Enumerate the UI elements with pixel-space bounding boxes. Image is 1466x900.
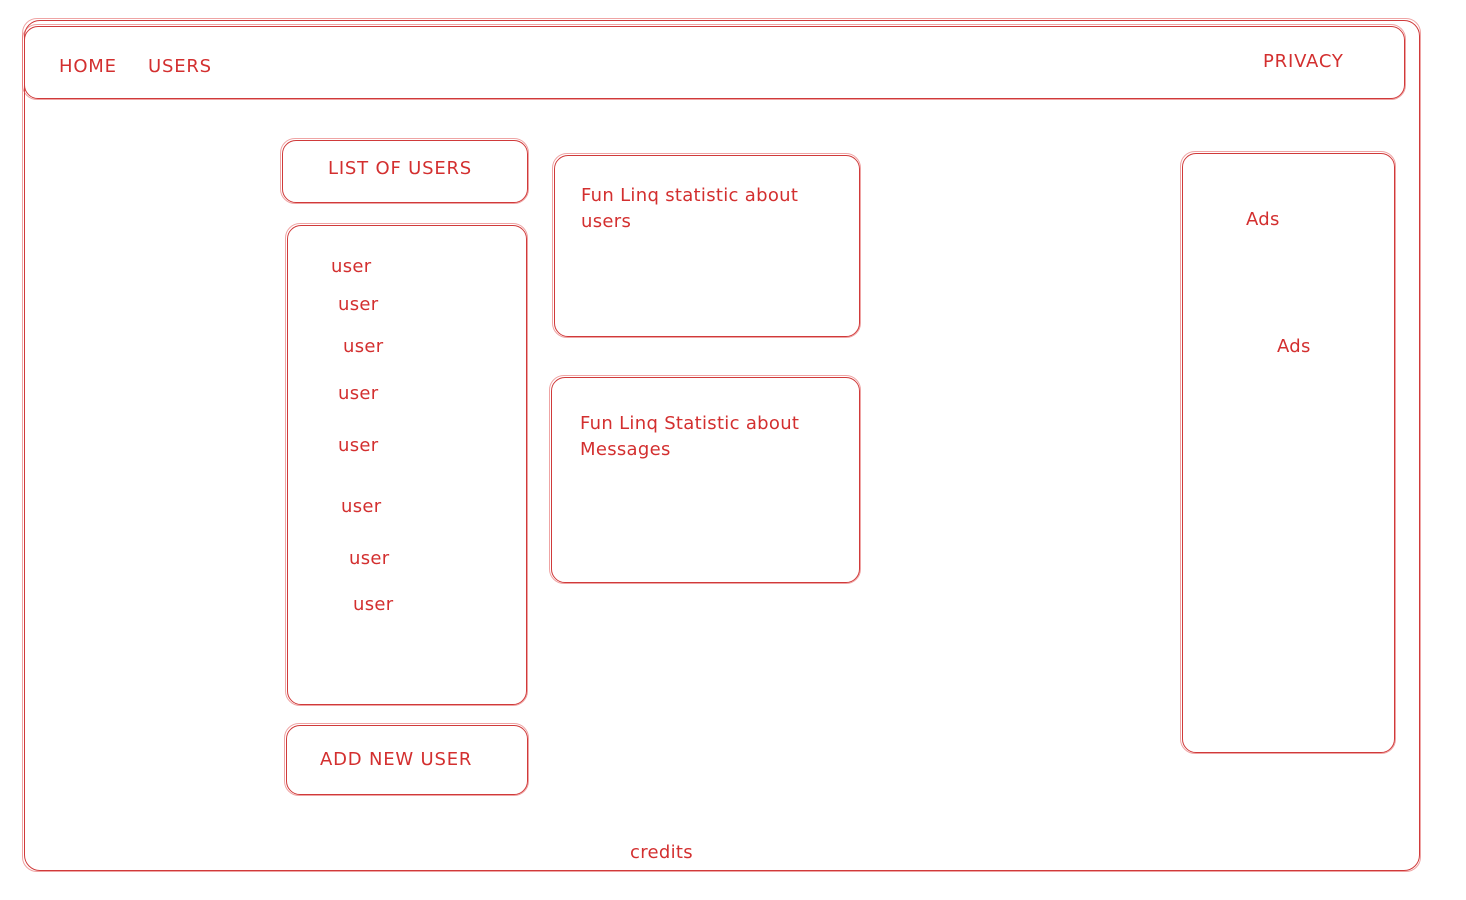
user-list-item[interactable]: user xyxy=(331,256,371,277)
nav-users-link[interactable]: USERS xyxy=(148,56,212,77)
nav-privacy-link[interactable]: PRIVACY xyxy=(1263,51,1344,72)
messages-stat-title: Fun Linq Statistic about Messages xyxy=(580,413,800,460)
user-list-item[interactable]: user xyxy=(341,496,381,517)
ad-slot[interactable]: Ads xyxy=(1246,209,1280,230)
messages-stat-card xyxy=(549,375,861,584)
list-header-title: LIST OF USERS xyxy=(328,158,473,179)
ad-slot[interactable]: Ads xyxy=(1277,336,1311,357)
user-list-panel xyxy=(285,223,528,706)
user-list-item[interactable]: user xyxy=(343,336,383,357)
nav-home-link[interactable]: HOME xyxy=(59,56,117,77)
user-list-item[interactable]: user xyxy=(338,435,378,456)
user-list-item[interactable]: user xyxy=(353,594,393,615)
user-list-item[interactable]: user xyxy=(338,383,378,404)
user-list-item[interactable]: user xyxy=(338,294,378,315)
footer-credits[interactable]: credits xyxy=(630,842,693,863)
users-stat-title: Fun Linq statistic about users xyxy=(581,185,799,232)
ads-panel xyxy=(1180,151,1396,754)
user-list-item[interactable]: user xyxy=(349,548,389,569)
top-nav-bar xyxy=(22,24,1406,100)
add-user-button-label[interactable]: ADD NEW USER xyxy=(320,749,472,770)
